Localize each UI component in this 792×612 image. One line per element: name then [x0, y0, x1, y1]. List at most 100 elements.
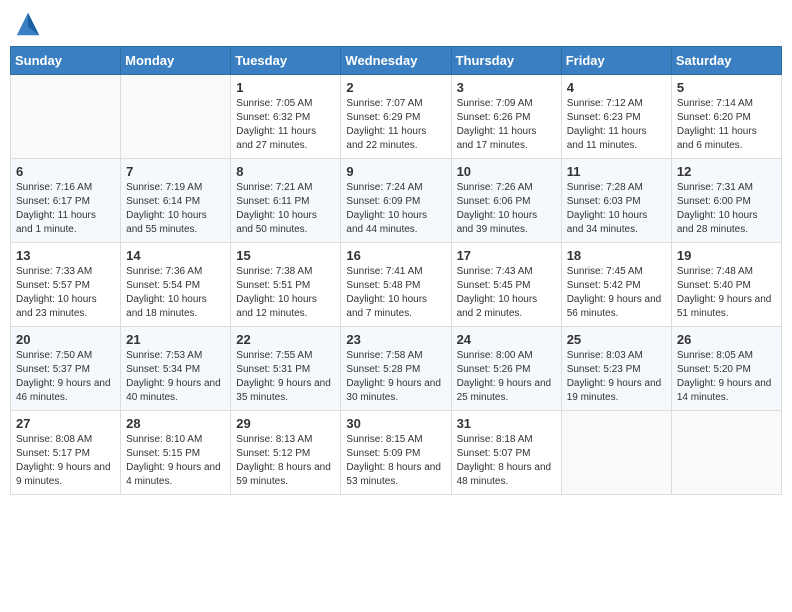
day-cell: 21 Sunrise: 7:53 AMSunset: 5:34 PMDayligh…	[121, 327, 231, 411]
day-number: 13	[16, 248, 115, 263]
week-row-2: 6 Sunrise: 7:16 AMSunset: 6:17 PMDaylight…	[11, 159, 782, 243]
header	[10, 10, 782, 38]
logo	[14, 10, 46, 38]
day-cell: 19Sunrise: 7:48 AMSunset: 5:40 PMDayligh…	[671, 243, 781, 327]
weekday-header-wednesday: Wednesday	[341, 47, 451, 75]
day-cell: 13 Sunrise: 7:33 AMSunset: 5:57 PMDayligh…	[11, 243, 121, 327]
day-number: 24	[457, 332, 556, 347]
day-number: 8	[236, 164, 335, 179]
day-info: Sunrise: 7:38 AMSunset: 5:51 PMDaylight:…	[236, 265, 335, 321]
week-row-5: 27Sunrise: 8:08 AMSunset: 5:17 PMDayligh…	[11, 411, 782, 495]
week-row-4: 20 Sunrise: 7:50 AMSunset: 5:37 PMDayligh…	[11, 327, 782, 411]
day-cell: 4 Sunrise: 7:12 AMSunset: 6:23 PMDaylight…	[561, 75, 671, 159]
day-cell: 6 Sunrise: 7:16 AMSunset: 6:17 PMDaylight…	[11, 159, 121, 243]
day-info: Sunrise: 8:08 AMSunset: 5:17 PMDaylight:…	[16, 433, 115, 489]
day-cell: 17 Sunrise: 7:43 AMSunset: 5:45 PMDayligh…	[451, 243, 561, 327]
day-cell: 27Sunrise: 8:08 AMSunset: 5:17 PMDayligh…	[11, 411, 121, 495]
day-info: Sunrise: 7:45 AMSunset: 5:42 PMDaylight:…	[567, 265, 666, 321]
day-cell: 24 Sunrise: 8:00 AMSunset: 5:26 PMDayligh…	[451, 327, 561, 411]
day-info: Sunrise: 8:13 AMSunset: 5:12 PMDaylight:…	[236, 433, 335, 489]
day-info: Sunrise: 7:55 AMSunset: 5:31 PMDaylight:…	[236, 349, 335, 405]
day-number: 22	[236, 332, 335, 347]
day-cell: 15 Sunrise: 7:38 AMSunset: 5:51 PMDayligh…	[231, 243, 341, 327]
weekday-header-saturday: Saturday	[671, 47, 781, 75]
day-number: 26	[677, 332, 776, 347]
day-number: 21	[126, 332, 225, 347]
day-cell: 3 Sunrise: 7:09 AMSunset: 6:26 PMDaylight…	[451, 75, 561, 159]
day-cell: 8 Sunrise: 7:21 AMSunset: 6:11 PMDaylight…	[231, 159, 341, 243]
weekday-header-sunday: Sunday	[11, 47, 121, 75]
day-number: 15	[236, 248, 335, 263]
weekday-header-thursday: Thursday	[451, 47, 561, 75]
day-number: 9	[346, 164, 445, 179]
calendar-table: SundayMondayTuesdayWednesdayThursdayFrid…	[10, 46, 782, 495]
week-row-3: 13 Sunrise: 7:33 AMSunset: 5:57 PMDayligh…	[11, 243, 782, 327]
weekday-header-tuesday: Tuesday	[231, 47, 341, 75]
day-number: 11	[567, 164, 666, 179]
day-number: 31	[457, 416, 556, 431]
day-number: 20	[16, 332, 115, 347]
day-info: Sunrise: 7:36 AMSunset: 5:54 PMDaylight:…	[126, 265, 225, 321]
day-cell: 9 Sunrise: 7:24 AMSunset: 6:09 PMDaylight…	[341, 159, 451, 243]
week-row-1: 1 Sunrise: 7:05 AMSunset: 6:32 PMDaylight…	[11, 75, 782, 159]
day-info: Sunrise: 7:48 AMSunset: 5:40 PMDaylight:…	[677, 265, 776, 321]
day-info: Sunrise: 8:18 AMSunset: 5:07 PMDaylight:…	[457, 433, 556, 489]
day-info: Sunrise: 7:53 AMSunset: 5:34 PMDaylight:…	[126, 349, 225, 405]
day-number: 18	[567, 248, 666, 263]
day-number: 3	[457, 80, 556, 95]
day-info: Sunrise: 7:50 AMSunset: 5:37 PMDaylight:…	[16, 349, 115, 405]
weekday-header-row: SundayMondayTuesdayWednesdayThursdayFrid…	[11, 47, 782, 75]
day-info: Sunrise: 8:03 AMSunset: 5:23 PMDaylight:…	[567, 349, 666, 405]
day-info: Sunrise: 7:58 AMSunset: 5:28 PMDaylight:…	[346, 349, 445, 405]
day-cell: 5Sunrise: 7:14 AMSunset: 6:20 PMDaylight…	[671, 75, 781, 159]
day-number: 17	[457, 248, 556, 263]
day-info: Sunrise: 7:33 AMSunset: 5:57 PMDaylight:…	[16, 265, 115, 321]
day-info: Sunrise: 7:09 AMSunset: 6:26 PMDaylight:…	[457, 97, 556, 153]
day-number: 16	[346, 248, 445, 263]
day-number: 6	[16, 164, 115, 179]
day-info: Sunrise: 8:05 AMSunset: 5:20 PMDaylight:…	[677, 349, 776, 405]
weekday-header-friday: Friday	[561, 47, 671, 75]
day-info: Sunrise: 7:12 AMSunset: 6:23 PMDaylight:…	[567, 97, 666, 153]
day-info: Sunrise: 7:16 AMSunset: 6:17 PMDaylight:…	[16, 181, 115, 237]
day-cell	[671, 411, 781, 495]
day-info: Sunrise: 7:05 AMSunset: 6:32 PMDaylight:…	[236, 97, 335, 153]
day-cell: 30Sunrise: 8:15 AMSunset: 5:09 PMDayligh…	[341, 411, 451, 495]
day-info: Sunrise: 8:00 AMSunset: 5:26 PMDaylight:…	[457, 349, 556, 405]
day-cell: 1 Sunrise: 7:05 AMSunset: 6:32 PMDaylight…	[231, 75, 341, 159]
day-info: Sunrise: 8:15 AMSunset: 5:09 PMDaylight:…	[346, 433, 445, 489]
day-cell: 31 Sunrise: 8:18 AMSunset: 5:07 PMDayligh…	[451, 411, 561, 495]
day-number: 2	[346, 80, 445, 95]
day-cell	[561, 411, 671, 495]
day-info: Sunrise: 7:26 AMSunset: 6:06 PMDaylight:…	[457, 181, 556, 237]
logo-icon	[14, 10, 42, 38]
day-info: Sunrise: 7:19 AMSunset: 6:14 PMDaylight:…	[126, 181, 225, 237]
day-cell: 10 Sunrise: 7:26 AMSunset: 6:06 PMDayligh…	[451, 159, 561, 243]
day-number: 29	[236, 416, 335, 431]
day-number: 12	[677, 164, 776, 179]
day-cell: 22 Sunrise: 7:55 AMSunset: 5:31 PMDayligh…	[231, 327, 341, 411]
day-cell: 20 Sunrise: 7:50 AMSunset: 5:37 PMDayligh…	[11, 327, 121, 411]
day-info: Sunrise: 8:10 AMSunset: 5:15 PMDaylight:…	[126, 433, 225, 489]
day-number: 23	[346, 332, 445, 347]
day-cell: 11 Sunrise: 7:28 AMSunset: 6:03 PMDayligh…	[561, 159, 671, 243]
day-cell: 25Sunrise: 8:03 AMSunset: 5:23 PMDayligh…	[561, 327, 671, 411]
day-cell: 28Sunrise: 8:10 AMSunset: 5:15 PMDayligh…	[121, 411, 231, 495]
day-info: Sunrise: 7:24 AMSunset: 6:09 PMDaylight:…	[346, 181, 445, 237]
day-number: 4	[567, 80, 666, 95]
day-number: 1	[236, 80, 335, 95]
day-info: Sunrise: 7:07 AMSunset: 6:29 PMDaylight:…	[346, 97, 445, 153]
day-info: Sunrise: 7:21 AMSunset: 6:11 PMDaylight:…	[236, 181, 335, 237]
day-info: Sunrise: 7:31 AMSunset: 6:00 PMDaylight:…	[677, 181, 776, 237]
day-cell: 29 Sunrise: 8:13 AMSunset: 5:12 PMDayligh…	[231, 411, 341, 495]
day-cell	[11, 75, 121, 159]
day-info: Sunrise: 7:14 AMSunset: 6:20 PMDaylight:…	[677, 97, 776, 153]
day-cell: 23 Sunrise: 7:58 AMSunset: 5:28 PMDayligh…	[341, 327, 451, 411]
weekday-header-monday: Monday	[121, 47, 231, 75]
day-cell: 12 Sunrise: 7:31 AMSunset: 6:00 PMDayligh…	[671, 159, 781, 243]
day-info: Sunrise: 7:28 AMSunset: 6:03 PMDaylight:…	[567, 181, 666, 237]
day-number: 7	[126, 164, 225, 179]
day-info: Sunrise: 7:43 AMSunset: 5:45 PMDaylight:…	[457, 265, 556, 321]
day-number: 10	[457, 164, 556, 179]
day-cell: 14Sunrise: 7:36 AMSunset: 5:54 PMDayligh…	[121, 243, 231, 327]
